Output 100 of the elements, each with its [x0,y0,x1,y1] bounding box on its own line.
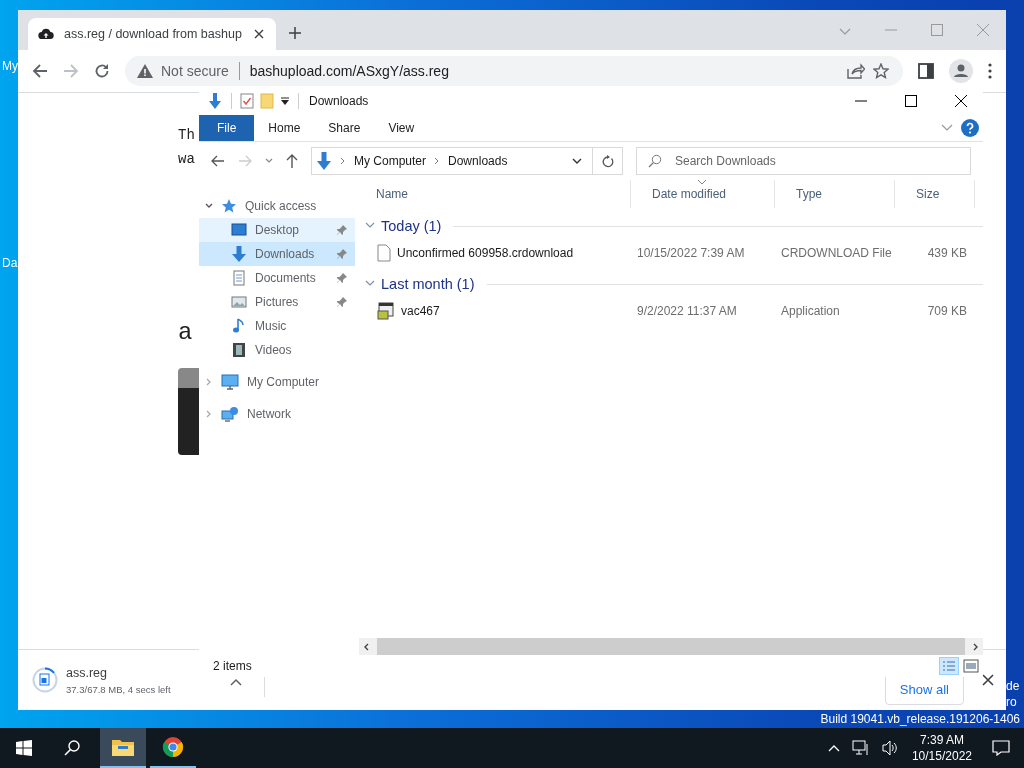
nav-item[interactable]: Desktop [199,218,355,242]
download-arrow-icon [231,246,247,262]
close-icon[interactable] [982,674,994,686]
nav-item[interactable]: Downloads [199,242,355,266]
page-text: Th [178,126,195,145]
picture-icon [231,294,247,310]
window-title: Downloads [309,94,369,108]
expand-ribbon-icon[interactable] [941,124,953,132]
ribbon-tab[interactable]: Share [314,115,375,141]
browser-tab[interactable]: ass.reg / download from bashup [28,18,276,50]
close-icon[interactable] [955,95,967,107]
back-icon[interactable] [32,63,48,79]
nav-item[interactable]: Documents [199,266,355,290]
pin-icon[interactable] [337,249,347,259]
address-field[interactable]: My Computer Downloads [311,147,593,175]
search-icon[interactable] [64,740,80,756]
nav-item[interactable]: Pictures [199,290,355,314]
notification-icon[interactable] [992,740,1010,756]
column-header[interactable]: Date modified [631,180,775,208]
search-field[interactable]: Search Downloads [636,147,971,175]
table-cell-text: 10/15/2022 7:39 AM [636,245,746,260]
start-button[interactable] [16,740,32,756]
table-cell-text: 439 KB [926,245,968,260]
maximize-icon[interactable] [905,95,917,107]
chevron-down-icon[interactable] [365,280,375,288]
share-icon[interactable] [847,63,865,79]
close-icon[interactable] [254,29,264,39]
ribbon-tab[interactable]: View [374,115,429,141]
properties-icon[interactable] [240,93,254,109]
download-file-name[interactable]: ass.reg [66,665,171,680]
nav-label: Videos [255,343,292,357]
clock-time[interactable]: 7:39 AM [919,732,964,748]
profile-avatar-icon[interactable] [949,59,973,83]
network-icon[interactable] [851,740,870,756]
table-cell-text: 9/2/2022 11:37 AM [636,303,738,318]
desktop-text: ro [1006,694,1018,710]
film-icon [231,342,247,358]
page-text: wa [178,150,195,169]
file-download-icon [32,667,58,693]
ribbon-tab[interactable]: Home [254,115,315,141]
recent-locations-icon[interactable] [265,158,273,164]
pin-icon[interactable] [337,297,347,307]
refresh-icon [601,154,614,168]
breadcrumb-chevron-icon [340,157,346,165]
pin-icon[interactable] [337,225,347,235]
refresh-button[interactable] [593,147,623,175]
chevron-up-icon[interactable] [230,678,242,686]
download-arrow-icon [207,93,223,109]
group-header[interactable]: Last month (1) [381,276,475,292]
group-header[interactable]: Today (1) [381,218,442,234]
item-count: 2 items [213,659,252,673]
reload-icon[interactable] [94,63,110,79]
application-icon [377,301,395,320]
dropdown-icon[interactable] [572,158,582,164]
table-cell-text: 709 KB [926,303,968,318]
browser-icon [162,736,184,758]
customize-dropdown-icon[interactable] [280,96,290,106]
nav-item[interactable]: Music [199,314,355,338]
security-label[interactable]: Not secure [161,63,229,79]
nav-label: Downloads [255,247,315,261]
page-text: a [178,321,194,345]
file-name[interactable]: vac467 [401,303,440,318]
horizontal-scrollbar[interactable] [359,638,983,655]
ribbon-tab[interactable]: File [199,115,255,141]
new-tab-icon[interactable] [288,26,302,40]
nav-item[interactable]: My Computer [199,370,355,394]
breadcrumb-chevron-icon [434,157,441,165]
breadcrumb-item[interactable]: Downloads [448,154,508,168]
column-header[interactable]: Type [775,180,895,208]
breadcrumb-item[interactable]: My Computer [354,154,427,168]
nav-item[interactable]: Quick access [199,194,355,218]
file-name[interactable]: Unconfirmed 609958.crdownload [397,245,574,260]
music-note-icon [231,318,247,334]
network-icon [221,406,239,422]
help-icon[interactable] [961,119,979,137]
column-header[interactable]: Name [355,180,631,208]
scroll-left-icon[interactable] [363,642,371,651]
tab-title: ass.reg / download from bashup [64,27,243,41]
sort-indicator-icon [697,180,707,185]
download-progress-text: 37.3/67.8 MB, 4 secs left [66,683,171,695]
nav-label: Network [247,407,291,421]
side-panel-icon[interactable] [918,63,934,79]
taskbar-app[interactable] [100,728,146,768]
build-text: Build 19041.vb_release.191206-1406 [820,712,1020,726]
menu-icon[interactable] [988,63,992,79]
scroll-right-icon[interactable] [971,642,979,651]
nav-item[interactable]: Videos [199,338,355,362]
address-bar[interactable]: Not secure bashupload.com/ASxgY/ass.reg [125,56,903,86]
back-icon[interactable] [211,155,225,167]
nav-item[interactable]: Network [199,402,355,426]
pin-icon[interactable] [337,273,347,283]
up-arrow-icon[interactable] [286,154,298,168]
chevron-down-icon[interactable] [205,202,213,210]
star-icon[interactable] [873,63,889,79]
table-cell-text: CRDOWNLOAD File [780,245,893,260]
chevron-down-icon[interactable] [365,222,375,230]
column-header[interactable]: Size [895,180,975,208]
volume-icon[interactable] [881,740,898,756]
document-icon [231,270,247,286]
clock-date[interactable]: 10/15/2022 [911,748,972,764]
